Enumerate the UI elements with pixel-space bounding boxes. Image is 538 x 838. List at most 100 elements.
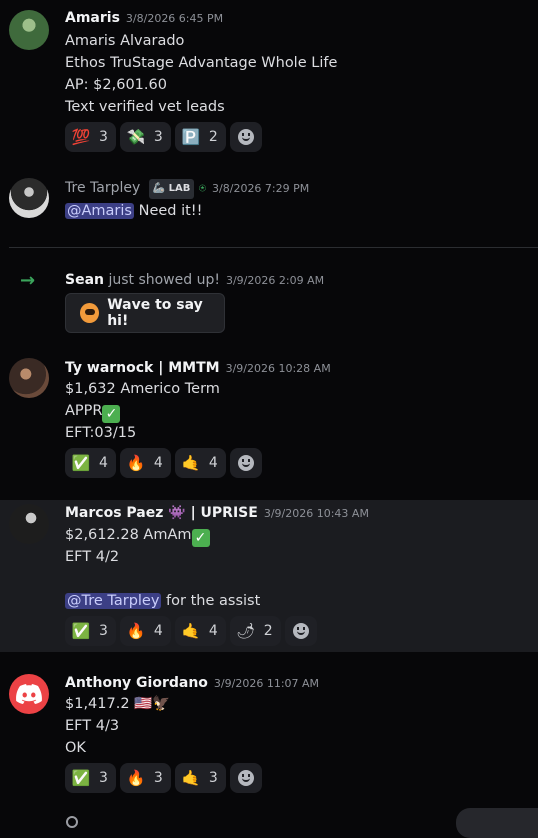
message-line: Text verified vet leads	[65, 99, 225, 115]
check-mark-icon: ✅	[71, 621, 91, 640]
reaction[interactable]: 💯 3	[65, 122, 116, 152]
message-line: Amaris Alvarado	[65, 33, 185, 49]
ai-badge-icon: ⍟	[198, 181, 207, 195]
message-line: AP: $2,601.60	[65, 77, 167, 93]
message-text: $2,612.28 AmAm	[65, 527, 192, 543]
reaction-count: 3	[208, 770, 218, 786]
message-header: Marcos Paez 👾 | UPRISE 3/9/2026 10:43 AM	[65, 503, 369, 524]
join-text: just showed up!	[108, 272, 220, 288]
reaction[interactable]: 💸 3	[119, 122, 171, 152]
reaction[interactable]: ✅ 4	[65, 448, 116, 478]
server-tag-label: LAB	[168, 183, 191, 194]
reaction[interactable]: 🔥 3	[119, 763, 171, 793]
message-line: $1,417.2 🇺🇸🦅	[65, 696, 171, 712]
join-arrow-icon: →	[20, 270, 36, 291]
user-mention[interactable]: @Amaris	[65, 203, 134, 219]
message-line: EFT 4/3	[65, 718, 120, 734]
avatar[interactable]	[9, 178, 49, 218]
avatar[interactable]	[9, 10, 49, 50]
avatar[interactable]	[9, 504, 49, 544]
reactions: ✅ 3 🔥 4 🤙 4 🌶 2	[65, 616, 317, 646]
fire-icon: 🔥	[126, 768, 146, 787]
reaction[interactable]: 🔥 4	[119, 448, 171, 478]
message-line: $1,632 Americo Term	[65, 381, 220, 397]
message-line: Ethos TruStage Advantage Whole Life	[65, 55, 338, 71]
call-me-hand-icon: 🤙	[181, 453, 201, 472]
reaction[interactable]: 🔥 4	[119, 616, 171, 646]
reactions: ✅ 4 🔥 4 🤙 4	[65, 448, 262, 478]
message-text: Need it!!	[138, 203, 203, 219]
message-line: EFT:03/15	[65, 425, 137, 441]
smile-plus-icon	[237, 770, 254, 786]
message-header: Anthony Giordano 3/9/2026 11:07 AM	[65, 673, 319, 694]
check-mark-icon: ✓	[102, 405, 121, 423]
timestamp: 3/8/2026 6:45 PM	[125, 12, 224, 25]
username[interactable]: Sean	[65, 272, 104, 288]
wave-label: Wave to say hi!	[107, 297, 203, 329]
timestamp: 3/9/2026 11:07 AM	[213, 677, 320, 690]
add-reaction-button[interactable]	[229, 122, 262, 152]
reaction-count: 3	[99, 623, 108, 639]
reaction[interactable]: 🤙 4	[174, 616, 226, 646]
fire-icon: 🔥	[126, 621, 146, 640]
avatar[interactable]	[9, 674, 49, 714]
chili-icon: 🌶	[236, 621, 256, 640]
add-reaction-button[interactable]	[229, 448, 262, 478]
smile-plus-icon	[237, 129, 254, 145]
message-line: EFT 4/2	[65, 549, 120, 565]
money-wings-icon: 💸	[126, 127, 146, 146]
username[interactable]: Amaris	[65, 10, 120, 26]
message-header: Tre Tarpley 🦾 LAB ⍟ 3/8/2026 7:29 PM	[65, 178, 309, 199]
message-header: Amaris 3/8/2026 6:45 PM	[65, 8, 223, 29]
add-reaction-button[interactable]	[229, 763, 262, 793]
reaction[interactable]: ✅ 3	[65, 763, 116, 793]
message-amaris: Amaris 3/8/2026 6:45 PM Amaris Alvarado E…	[0, 0, 538, 160]
avatar[interactable]	[9, 358, 49, 398]
reaction[interactable]: 🤙 4	[174, 448, 226, 478]
message-line: @Amaris Need it!!	[65, 200, 202, 222]
add-reaction-button[interactable]	[284, 616, 317, 646]
message-tre-tarpley: Tre Tarpley 🦾 LAB ⍟ 3/8/2026 7:29 PM @Ama…	[0, 170, 538, 230]
message-line: @Tre Tarpley for the assist	[65, 590, 260, 612]
smile-plus-icon	[292, 623, 309, 639]
reaction[interactable]: 🅿️ 2	[174, 122, 226, 152]
reaction-count: 3	[99, 770, 108, 786]
wave-button[interactable]: Wave to say hi!	[65, 293, 225, 333]
timestamp: 3/9/2026 10:43 AM	[263, 507, 369, 520]
username[interactable]: Anthony Giordano	[65, 675, 208, 691]
jump-to-present-button[interactable]	[456, 808, 538, 838]
smile-plus-icon	[237, 455, 254, 471]
timestamp: 3/8/2026 7:29 PM	[212, 182, 310, 195]
join-message: Sean just showed up! 3/9/2026 2:09 AM	[65, 270, 324, 291]
fire-icon: 🔥	[126, 453, 146, 472]
reaction-count: 4	[208, 455, 218, 471]
reaction[interactable]: 🤙 3	[174, 763, 226, 793]
discord-logo-icon	[16, 684, 42, 704]
reaction[interactable]: 🌶 2	[229, 616, 281, 646]
message-line: APPR ✓	[65, 400, 121, 423]
username[interactable]: Tre Tarpley	[65, 180, 140, 196]
message-line: OK	[65, 740, 86, 756]
check-mark-icon: ✓	[191, 529, 210, 547]
reaction-count: 4	[208, 623, 218, 639]
wave-sticker-icon	[80, 303, 100, 323]
server-tag[interactable]: 🦾 LAB	[148, 179, 195, 199]
message-line: $2,612.28 AmAm ✓	[65, 524, 210, 547]
reaction-count: 3	[153, 770, 163, 786]
message-header: Ty warnock | MMTM 3/9/2026 10:28 AM	[65, 358, 331, 379]
message-anthony-giordano: Anthony Giordano 3/9/2026 11:07 AM $1,417…	[0, 666, 538, 806]
call-me-hand-icon: 🤙	[181, 621, 201, 640]
user-mention[interactable]: @Tre Tarpley	[65, 593, 162, 609]
reaction-count: 3	[99, 129, 108, 145]
date-divider	[9, 247, 538, 248]
username[interactable]: Ty warnock | MMTM	[65, 360, 220, 376]
message-text: APPR	[65, 403, 103, 419]
reactions: ✅ 3 🔥 3 🤙 3	[65, 763, 262, 793]
reaction[interactable]: ✅ 3	[65, 616, 116, 646]
reaction-count: 2	[208, 129, 218, 145]
timestamp: 3/9/2026 10:28 AM	[225, 362, 331, 375]
timestamp: 3/9/2026 2:09 AM	[225, 274, 325, 287]
username[interactable]: Marcos Paez 👾 | UPRISE	[65, 505, 258, 521]
message-marcos-paez: Marcos Paez 👾 | UPRISE 3/9/2026 10:43 AM …	[0, 500, 538, 652]
p-button-icon: 🅿️	[181, 127, 201, 146]
